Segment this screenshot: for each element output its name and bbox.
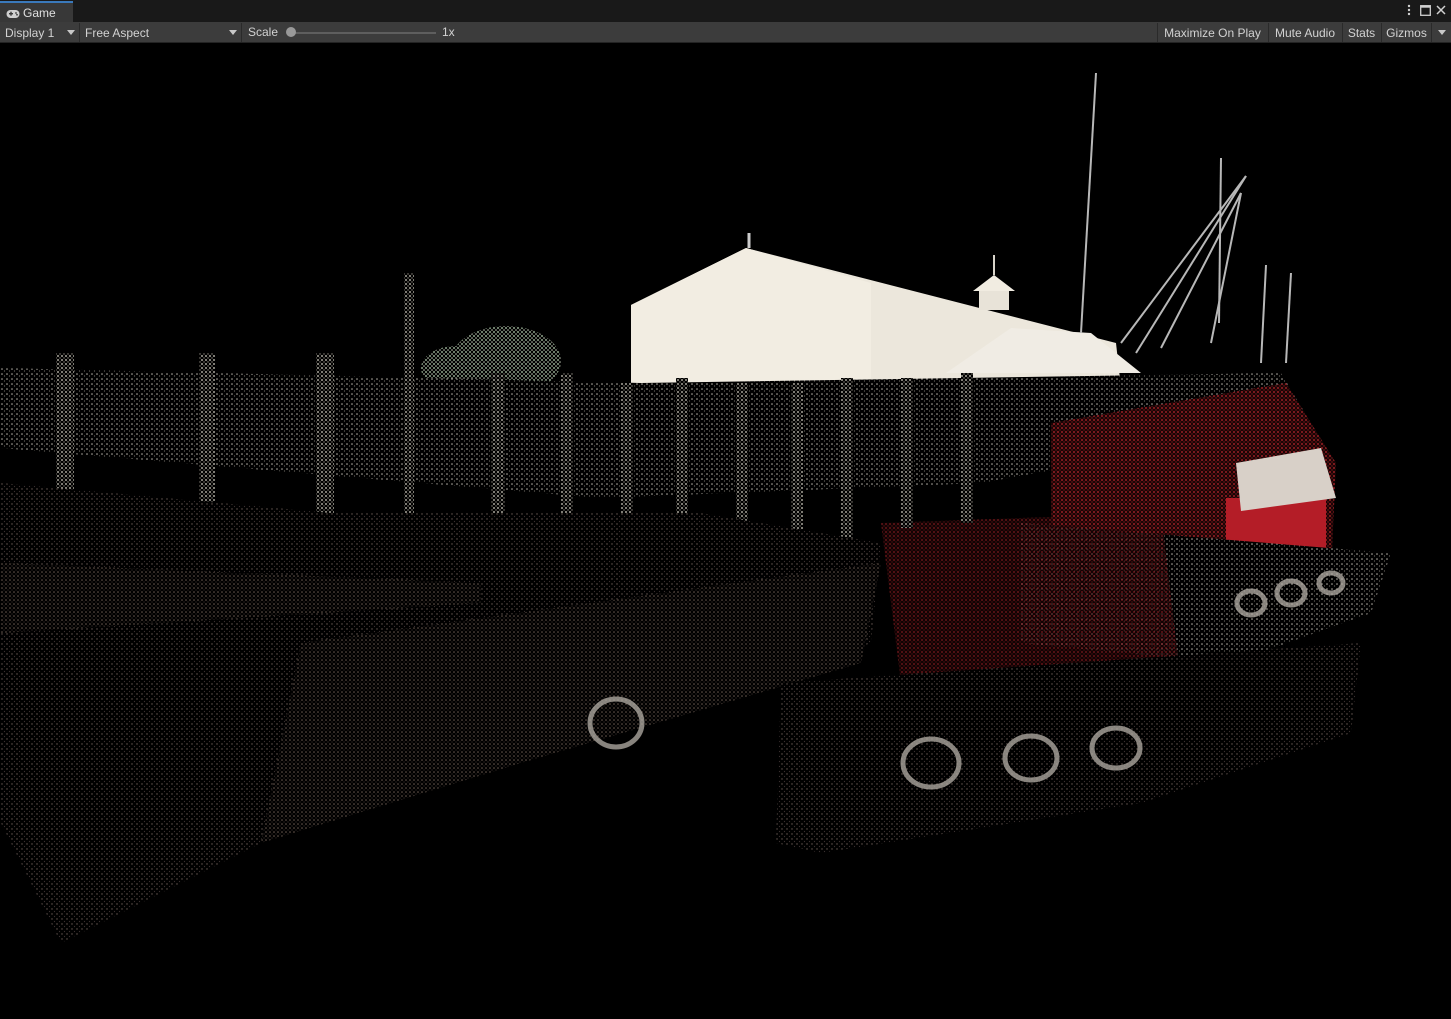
scale-value: 1x — [442, 25, 455, 39]
game-view-window: Game Display 1 Free Aspect Scale 1x Maxi… — [0, 0, 1451, 1019]
chevron-down-icon — [1437, 30, 1446, 35]
window-controls — [1403, 3, 1447, 17]
kebab-menu-icon[interactable] — [1403, 3, 1415, 17]
display-dropdown-label: Display 1 — [5, 25, 55, 40]
point-cloud-scene — [1, 72, 1391, 943]
aspect-dropdown-label: Free Aspect — [85, 25, 150, 40]
maximize-on-play-button[interactable]: Maximize On Play — [1157, 23, 1267, 42]
scale-slider-thumb[interactable] — [286, 27, 296, 37]
tab-title: Game — [23, 5, 56, 20]
gamepad-icon — [6, 8, 20, 18]
mute-audio-button[interactable]: Mute Audio — [1268, 23, 1341, 42]
scale-slider[interactable] — [290, 32, 436, 34]
close-icon[interactable] — [1435, 3, 1447, 17]
display-dropdown[interactable]: Display 1 — [0, 23, 80, 42]
gizmos-button[interactable]: Gizmos — [1381, 23, 1431, 42]
tab-game[interactable]: Game — [0, 1, 73, 22]
stats-button[interactable]: Stats — [1342, 23, 1380, 42]
scale-label: Scale — [248, 25, 279, 39]
maximize-icon[interactable] — [1419, 3, 1431, 17]
aspect-dropdown[interactable]: Free Aspect — [80, 23, 242, 42]
tab-bar: Game — [0, 0, 1451, 23]
chevron-down-icon — [67, 30, 75, 35]
chevron-down-icon — [229, 30, 237, 35]
gizmos-dropdown-button[interactable] — [1431, 23, 1451, 42]
game-viewport[interactable] — [1, 43, 1451, 1019]
game-toolbar: Display 1 Free Aspect Scale 1x Maximize … — [0, 22, 1451, 43]
